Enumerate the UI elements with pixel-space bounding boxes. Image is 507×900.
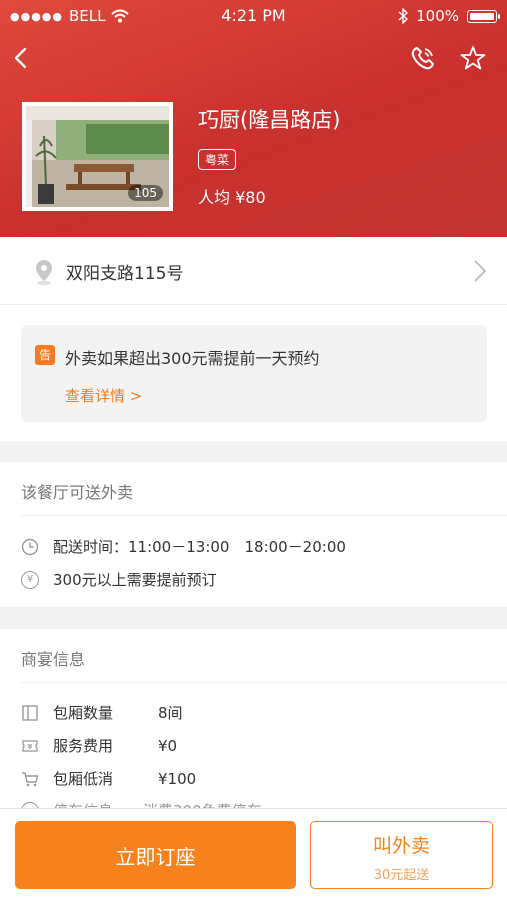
banquet-row-value: ¥0 xyxy=(158,736,178,755)
banquet-row-label: 服务费用 xyxy=(53,737,114,755)
cuisine-tag: 粤菜 xyxy=(198,149,237,170)
ticket-icon xyxy=(22,739,38,752)
banquet-row-value: 8间 xyxy=(158,704,183,722)
divider xyxy=(21,515,507,516)
banquet-row: 服务费用 ¥0 xyxy=(21,735,177,756)
takeout-label: 叫外卖 xyxy=(372,835,430,857)
advance-order-text: 300元以上需要提前预订 xyxy=(53,571,217,589)
phone-icon[interactable] xyxy=(409,44,437,72)
location-pin-icon xyxy=(36,260,52,285)
notice-card: 告 外卖如果超出300元需提前一天预约 查看详情 > xyxy=(21,325,487,422)
divider xyxy=(21,682,507,683)
banquet-row-label: 包厢数量 xyxy=(53,704,114,722)
banquet-title: 商宴信息 xyxy=(21,650,86,669)
advance-order-row: ¥ 300元以上需要提前预订 xyxy=(21,569,217,590)
room-icon xyxy=(22,704,38,721)
banquet-row-value: ¥100 xyxy=(158,769,197,788)
view-details-link[interactable]: 查看详情 > xyxy=(65,385,142,406)
banquet-partial-text: 停车信息 消费300免费停车 xyxy=(53,800,262,808)
address-text: 双阳支路115号 xyxy=(66,264,184,284)
photo-count-badge: 105 xyxy=(128,185,163,201)
delivery-time-row: 配送时间：11:00－13:00 18:00－20:00 xyxy=(21,536,346,557)
notice-text: 外卖如果超出300元需提前一天预约 xyxy=(65,349,320,368)
favorite-star-icon[interactable] xyxy=(459,44,487,72)
address-row[interactable]: 双阳支路115号 xyxy=(0,237,507,305)
cart-icon xyxy=(22,771,39,786)
bluetooth-icon xyxy=(398,8,409,24)
notice-badge: 告 xyxy=(35,345,55,365)
notice-section: 告 外卖如果超出300元需提前一天预约 查看详情 > xyxy=(0,305,507,441)
banquet-row: 包厢数量 8间 xyxy=(21,702,183,723)
shop-name: 巧厨(隆昌路店) xyxy=(198,108,341,132)
banquet-row-partial: 停车信息 消费300免费停车 xyxy=(21,800,262,808)
delivery-title: 该餐厅可送外卖 xyxy=(21,483,134,502)
banquet-row: 包厢低消 ¥100 xyxy=(21,768,196,789)
chevron-right-icon xyxy=(474,260,487,282)
back-icon[interactable] xyxy=(10,44,34,72)
status-bar: ●●●●● BELL 4:21 PM 100% xyxy=(0,0,507,32)
delivery-time-text: 配送时间：11:00－13:00 18:00－20:00 xyxy=(53,538,346,556)
shop-photo[interactable]: 105 xyxy=(22,102,173,211)
average-price: 人均 ¥80 xyxy=(198,188,266,207)
shop-header: ●●●●● BELL 4:21 PM 100% 105 巧厨(隆昌路店) 粤菜 … xyxy=(0,0,507,237)
bottom-action-bar: 立即订座 叫外卖 30元起送 xyxy=(0,808,507,900)
order-takeout-button[interactable]: 叫外卖 30元起送 xyxy=(310,821,493,889)
book-now-label: 立即订座 xyxy=(115,844,196,869)
book-now-button[interactable]: 立即订座 xyxy=(15,821,296,889)
battery-percent: 100% xyxy=(416,7,459,25)
battery-icon xyxy=(467,9,500,23)
yuan-symbol: ¥ xyxy=(26,574,34,585)
delivery-section: 该餐厅可送外卖 配送时间：11:00－13:00 18:00－20:00 ¥ 3… xyxy=(0,462,507,607)
takeout-min-order: 30元起送 xyxy=(373,868,430,883)
clock-icon xyxy=(21,538,39,555)
banquet-row-label: 包厢低消 xyxy=(53,770,114,788)
yuan-icon: ¥ xyxy=(21,570,39,589)
banquet-section: 商宴信息 包厢数量 8间 服务费用 ¥0 包厢低消 ¥100 停车信息 消费30… xyxy=(0,629,507,808)
